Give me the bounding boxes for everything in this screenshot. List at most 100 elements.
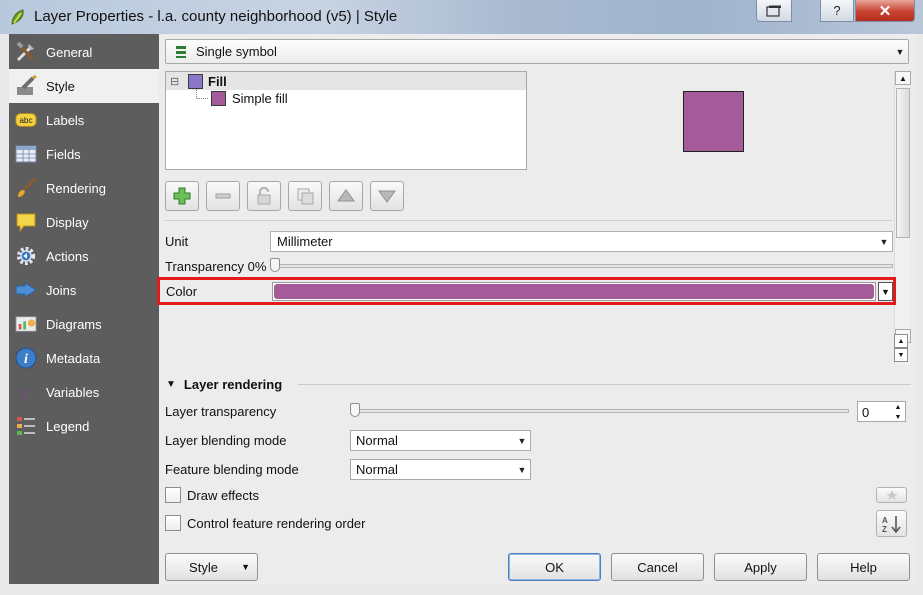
layer-transparency-slider-handle[interactable] — [350, 403, 360, 417]
layer-blending-dropdown[interactable]: Normal ▼ — [350, 430, 531, 451]
chevron-down-icon: ▼ — [879, 236, 889, 247]
sidebar-item-diagrams[interactable]: Diagrams — [9, 307, 159, 341]
close-window-button[interactable]: ✕ — [855, 0, 915, 22]
tree-label-fill: Fill — [208, 73, 227, 89]
fill-swatch — [188, 73, 203, 89]
renderer-type-value: Single symbol — [196, 44, 277, 59]
gear-icon — [15, 245, 37, 267]
divider — [165, 220, 893, 221]
effects-settings-button[interactable] — [876, 487, 907, 503]
renderer-type-dropdown[interactable]: Single symbol ▼ — [165, 39, 909, 64]
scrollbar-thumb[interactable] — [896, 88, 910, 238]
sidebar-item-labels[interactable]: abc Labels — [9, 103, 159, 137]
window-title: Layer Properties - l.a. county neighborh… — [34, 8, 398, 25]
sidebar-item-actions[interactable]: Actions — [9, 239, 159, 273]
panel-scroll-arrows[interactable]: ▲ ▼ — [894, 334, 910, 364]
table-icon — [15, 143, 37, 165]
properties-scrollbar[interactable]: ▲ ▼ — [894, 71, 911, 365]
sidebar-item-display[interactable]: Display — [9, 205, 159, 239]
transparency-slider-handle[interactable] — [270, 258, 280, 272]
transparency-slider-track[interactable] — [275, 264, 893, 268]
lock-layer-button[interactable] — [247, 181, 281, 211]
simple-fill-swatch — [211, 90, 226, 106]
sidebar-item-rendering[interactable]: Rendering — [9, 171, 159, 205]
cancel-button[interactable]: Cancel — [611, 553, 704, 581]
sidebar-item-style[interactable]: Style — [9, 69, 159, 103]
color-menu-arrow-icon[interactable]: ▼ — [878, 282, 893, 301]
spin-up-icon[interactable]: ▲ — [891, 402, 905, 412]
join-icon — [15, 279, 37, 301]
title-bar: Layer Properties - l.a. county neighborh… — [0, 0, 923, 34]
sidebar-item-joins[interactable]: Joins — [9, 273, 159, 307]
add-symbol-layer-button[interactable] — [165, 181, 199, 211]
color-label: Color — [166, 284, 198, 299]
feature-blending-label: Feature blending mode — [165, 462, 299, 477]
restore-window-button[interactable] — [756, 0, 792, 22]
layer-rendering-header[interactable]: ▼ Layer rendering — [166, 377, 282, 392]
sidebar-item-label: Variables — [46, 384, 100, 400]
transparency-label: Transparency 0% — [165, 259, 267, 274]
layer-transparency-spinbox[interactable]: 0 ▲ ▼ — [857, 401, 906, 422]
rendering-order-button[interactable]: A Z — [876, 510, 907, 537]
color-picker-button[interactable] — [272, 282, 876, 301]
duplicate-icon — [297, 188, 314, 205]
spin-up-icon[interactable]: ▲ — [894, 334, 908, 348]
move-layer-up-button[interactable] — [329, 181, 363, 211]
sidebar-item-label: Labels — [46, 112, 85, 128]
sidebar-item-label: General — [46, 44, 93, 60]
remove-symbol-layer-button[interactable] — [206, 181, 240, 211]
sidebar-item-label: Actions — [46, 248, 89, 264]
sidebar-item-label: Rendering — [46, 180, 106, 196]
rendering-order-label: Control feature rendering order — [187, 516, 366, 531]
sidebar-item-label: Style — [46, 78, 75, 94]
chevron-down-icon: ▼ — [241, 562, 250, 572]
chevron-down-icon: ▼ — [517, 464, 527, 475]
svg-text:i: i — [24, 352, 28, 367]
sidebar: General Style abc Labels Fields Renderin… — [9, 34, 159, 584]
unit-dropdown[interactable]: Millimeter ▼ — [270, 231, 893, 252]
scroll-up-arrow-icon[interactable]: ▲ — [895, 71, 911, 85]
sidebar-item-label: Fields — [46, 146, 81, 162]
svg-text:abc: abc — [19, 116, 32, 125]
sidebar-item-label: Metadata — [46, 350, 101, 366]
legend-icon — [15, 415, 37, 437]
feature-blending-dropdown[interactable]: Normal ▼ — [350, 459, 531, 480]
sidebar-item-fields[interactable]: Fields — [9, 137, 159, 171]
spin-down-icon[interactable]: ▼ — [894, 348, 908, 362]
epsilon-icon: ε — [15, 381, 37, 403]
symbol-layer-tree: ⊟ Fill Simple fill — [165, 71, 527, 170]
layer-transparency-value: 0 — [862, 405, 870, 420]
paintbrush-icon — [15, 75, 37, 97]
sidebar-item-variables[interactable]: ε Variables — [9, 375, 159, 409]
sidebar-item-legend[interactable]: Legend — [9, 409, 159, 443]
style-menu-button[interactable]: Style ▼ — [165, 553, 258, 581]
layer-transparency-label: Layer transparency — [165, 404, 277, 419]
svg-text:ε: ε — [22, 382, 30, 402]
layer-blending-label: Layer blending mode — [165, 433, 287, 448]
star-icon — [885, 490, 898, 500]
draw-effects-checkbox[interactable] — [165, 487, 181, 503]
tree-label-simple-fill: Simple fill — [232, 90, 288, 106]
duplicate-layer-button[interactable] — [288, 181, 322, 211]
svg-text:A: A — [882, 516, 888, 525]
collapse-toggle-icon[interactable]: ⊟ — [170, 75, 184, 88]
symbol-preview — [683, 91, 744, 152]
help-button[interactable]: Help — [817, 553, 910, 581]
layer-transparency-slider-track[interactable] — [355, 409, 849, 413]
layer-blending-value: Normal — [356, 433, 398, 448]
sidebar-item-label: Diagrams — [46, 316, 102, 332]
spin-down-icon[interactable]: ▼ — [891, 412, 905, 422]
move-layer-down-button[interactable] — [370, 181, 404, 211]
sidebar-item-metadata[interactable]: i Metadata — [9, 341, 159, 375]
sidebar-item-general[interactable]: General — [9, 35, 159, 69]
apply-button[interactable]: Apply — [714, 553, 807, 581]
sidebar-item-label: Legend — [46, 418, 90, 434]
rendering-order-checkbox[interactable] — [165, 515, 181, 531]
help-window-button[interactable]: ? — [820, 0, 854, 22]
brush-icon — [15, 177, 37, 199]
plus-icon — [173, 187, 191, 205]
ok-button[interactable]: OK — [508, 553, 601, 581]
tree-row-simple-fill[interactable]: Simple fill — [166, 89, 288, 107]
tree-row-fill[interactable]: ⊟ Fill — [166, 72, 526, 90]
unit-value: Millimeter — [277, 234, 333, 249]
